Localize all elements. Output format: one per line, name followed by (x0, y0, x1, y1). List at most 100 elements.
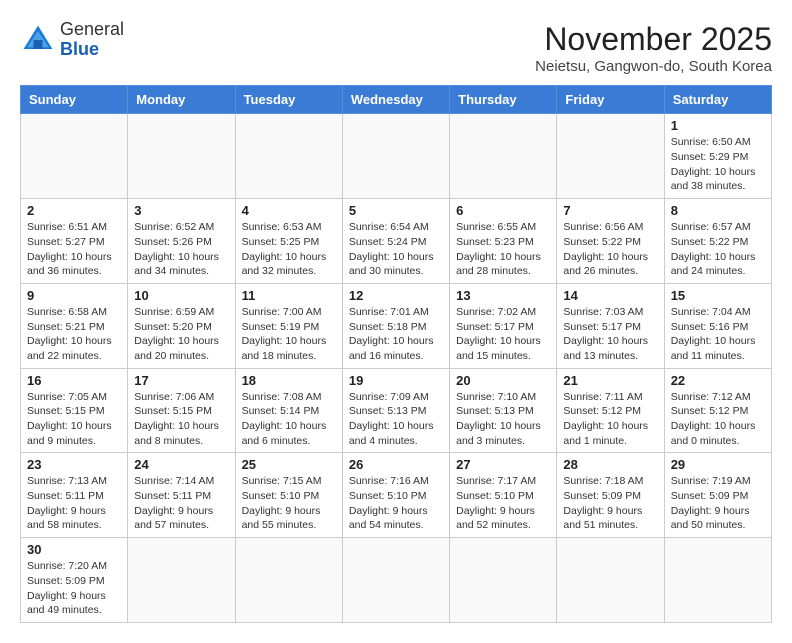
day-info: Sunrise: 7:16 AM Sunset: 5:10 PM Dayligh… (349, 474, 443, 533)
day-number: 1 (671, 118, 765, 133)
day-info: Sunrise: 7:01 AM Sunset: 5:18 PM Dayligh… (349, 305, 443, 364)
day-number: 26 (349, 457, 443, 472)
day-number: 14 (563, 288, 657, 303)
calendar-day-cell: 15 Sunrise: 7:04 AM Sunset: 5:16 PM Dayli… (664, 283, 771, 368)
day-number: 27 (456, 457, 550, 472)
day-info: Sunrise: 6:57 AM Sunset: 5:22 PM Dayligh… (671, 220, 765, 279)
day-number: 6 (456, 203, 550, 218)
weekday-header-wednesday: Wednesday (342, 86, 449, 114)
day-info: Sunrise: 7:18 AM Sunset: 5:09 PM Dayligh… (563, 474, 657, 533)
day-number: 18 (242, 373, 336, 388)
calendar-table: SundayMondayTuesdayWednesdayThursdayFrid… (20, 85, 772, 623)
logo-text: General Blue (60, 20, 124, 60)
day-info: Sunrise: 7:02 AM Sunset: 5:17 PM Dayligh… (456, 305, 550, 364)
calendar-day-cell (21, 114, 128, 199)
day-info: Sunrise: 7:14 AM Sunset: 5:11 PM Dayligh… (134, 474, 228, 533)
location: Neietsu, Gangwon-do, South Korea (535, 58, 772, 75)
day-number: 21 (563, 373, 657, 388)
weekday-header-sunday: Sunday (21, 86, 128, 114)
day-number: 29 (671, 457, 765, 472)
calendar-day-cell (128, 538, 235, 623)
calendar-day-cell: 16Sunrise: 7:05 AM Sunset: 5:15 PM Dayli… (21, 368, 128, 453)
day-number: 22 (671, 373, 765, 388)
weekday-header-friday: Friday (557, 86, 664, 114)
day-number: 10 (134, 288, 228, 303)
calendar-day-cell (235, 114, 342, 199)
calendar-day-cell: 27 Sunrise: 7:17 AM Sunset: 5:10 PM Dayli… (450, 453, 557, 538)
day-number: 13 (456, 288, 550, 303)
day-info: Sunrise: 7:17 AM Sunset: 5:10 PM Dayligh… (456, 474, 550, 533)
day-info: Sunrise: 6:51 AM Sunset: 5:27 PM Dayligh… (27, 220, 121, 279)
day-info: Sunrise: 6:55 AM Sunset: 5:23 PM Dayligh… (456, 220, 550, 279)
calendar-day-cell: 5 Sunrise: 6:54 AM Sunset: 5:24 PM Daylig… (342, 199, 449, 284)
month-title: November 2025 (535, 20, 772, 58)
day-info: Sunrise: 7:10 AM Sunset: 5:13 PM Dayligh… (456, 390, 550, 449)
calendar-day-cell (557, 114, 664, 199)
day-number: 15 (671, 288, 765, 303)
day-number: 20 (456, 373, 550, 388)
calendar-day-cell: 19 Sunrise: 7:09 AM Sunset: 5:13 PM Dayli… (342, 368, 449, 453)
calendar-day-cell: 8Sunrise: 6:57 AM Sunset: 5:22 PM Daylig… (664, 199, 771, 284)
day-info: Sunrise: 7:15 AM Sunset: 5:10 PM Dayligh… (242, 474, 336, 533)
calendar-day-cell: 23 Sunrise: 7:13 AM Sunset: 5:11 PM Dayli… (21, 453, 128, 538)
calendar-week-row: 30 Sunrise: 7:20 AM Sunset: 5:09 PM Dayli… (21, 538, 772, 623)
day-info: Sunrise: 7:04 AM Sunset: 5:16 PM Dayligh… (671, 305, 765, 364)
day-number: 19 (349, 373, 443, 388)
day-info: Sunrise: 7:03 AM Sunset: 5:17 PM Dayligh… (563, 305, 657, 364)
day-number: 5 (349, 203, 443, 218)
calendar-day-cell: 18 Sunrise: 7:08 AM Sunset: 5:14 PM Dayli… (235, 368, 342, 453)
weekday-header-saturday: Saturday (664, 86, 771, 114)
calendar-day-cell (450, 538, 557, 623)
calendar-day-cell (664, 538, 771, 623)
calendar-day-cell: 22 Sunrise: 7:12 AM Sunset: 5:12 PM Dayli… (664, 368, 771, 453)
calendar-day-cell (235, 538, 342, 623)
title-block: November 2025 Neietsu, Gangwon-do, South… (535, 20, 772, 75)
calendar-day-cell: 7Sunrise: 6:56 AM Sunset: 5:22 PM Daylig… (557, 199, 664, 284)
day-number: 23 (27, 457, 121, 472)
calendar-day-cell: 26 Sunrise: 7:16 AM Sunset: 5:10 PM Dayli… (342, 453, 449, 538)
calendar-header-row: SundayMondayTuesdayWednesdayThursdayFrid… (21, 86, 772, 114)
day-number: 3 (134, 203, 228, 218)
calendar-week-row: 1 Sunrise: 6:50 AM Sunset: 5:29 PM Daylig… (21, 114, 772, 199)
calendar-day-cell: 21 Sunrise: 7:11 AM Sunset: 5:12 PM Dayli… (557, 368, 664, 453)
day-info: Sunrise: 6:52 AM Sunset: 5:26 PM Dayligh… (134, 220, 228, 279)
day-info: Sunrise: 6:53 AM Sunset: 5:25 PM Dayligh… (242, 220, 336, 279)
day-number: 12 (349, 288, 443, 303)
calendar-day-cell: 3 Sunrise: 6:52 AM Sunset: 5:26 PM Daylig… (128, 199, 235, 284)
calendar-day-cell: 17 Sunrise: 7:06 AM Sunset: 5:15 PM Dayli… (128, 368, 235, 453)
calendar-day-cell: 13 Sunrise: 7:02 AM Sunset: 5:17 PM Dayli… (450, 283, 557, 368)
calendar-day-cell: 4Sunrise: 6:53 AM Sunset: 5:25 PM Daylig… (235, 199, 342, 284)
day-info: Sunrise: 7:13 AM Sunset: 5:11 PM Dayligh… (27, 474, 121, 533)
day-info: Sunrise: 6:50 AM Sunset: 5:29 PM Dayligh… (671, 135, 765, 194)
calendar-day-cell: 2 Sunrise: 6:51 AM Sunset: 5:27 PM Daylig… (21, 199, 128, 284)
day-info: Sunrise: 6:59 AM Sunset: 5:20 PM Dayligh… (134, 305, 228, 364)
day-number: 24 (134, 457, 228, 472)
day-info: Sunrise: 7:08 AM Sunset: 5:14 PM Dayligh… (242, 390, 336, 449)
calendar-day-cell: 29Sunrise: 7:19 AM Sunset: 5:09 PM Dayli… (664, 453, 771, 538)
day-info: Sunrise: 7:09 AM Sunset: 5:13 PM Dayligh… (349, 390, 443, 449)
calendar-day-cell: 14 Sunrise: 7:03 AM Sunset: 5:17 PM Dayli… (557, 283, 664, 368)
day-info: Sunrise: 7:12 AM Sunset: 5:12 PM Dayligh… (671, 390, 765, 449)
day-info: Sunrise: 7:11 AM Sunset: 5:12 PM Dayligh… (563, 390, 657, 449)
day-info: Sunrise: 7:06 AM Sunset: 5:15 PM Dayligh… (134, 390, 228, 449)
page-header: General Blue November 2025 Neietsu, Gang… (20, 20, 772, 75)
day-info: Sunrise: 7:20 AM Sunset: 5:09 PM Dayligh… (27, 559, 121, 618)
day-number: 9 (27, 288, 121, 303)
day-number: 25 (242, 457, 336, 472)
calendar-day-cell: 24 Sunrise: 7:14 AM Sunset: 5:11 PM Dayli… (128, 453, 235, 538)
day-info: Sunrise: 7:05 AM Sunset: 5:15 PM Dayligh… (27, 390, 121, 449)
day-info: Sunrise: 7:00 AM Sunset: 5:19 PM Dayligh… (242, 305, 336, 364)
calendar-day-cell: 30 Sunrise: 7:20 AM Sunset: 5:09 PM Dayli… (21, 538, 128, 623)
calendar-day-cell: 28Sunrise: 7:18 AM Sunset: 5:09 PM Dayli… (557, 453, 664, 538)
day-number: 2 (27, 203, 121, 218)
calendar-week-row: 2 Sunrise: 6:51 AM Sunset: 5:27 PM Daylig… (21, 199, 772, 284)
calendar-day-cell (342, 538, 449, 623)
calendar-day-cell (128, 114, 235, 199)
day-info: Sunrise: 6:58 AM Sunset: 5:21 PM Dayligh… (27, 305, 121, 364)
day-number: 30 (27, 542, 121, 557)
calendar-day-cell: 25 Sunrise: 7:15 AM Sunset: 5:10 PM Dayli… (235, 453, 342, 538)
calendar-day-cell (342, 114, 449, 199)
day-info: Sunrise: 6:54 AM Sunset: 5:24 PM Dayligh… (349, 220, 443, 279)
day-number: 17 (134, 373, 228, 388)
weekday-header-monday: Monday (128, 86, 235, 114)
